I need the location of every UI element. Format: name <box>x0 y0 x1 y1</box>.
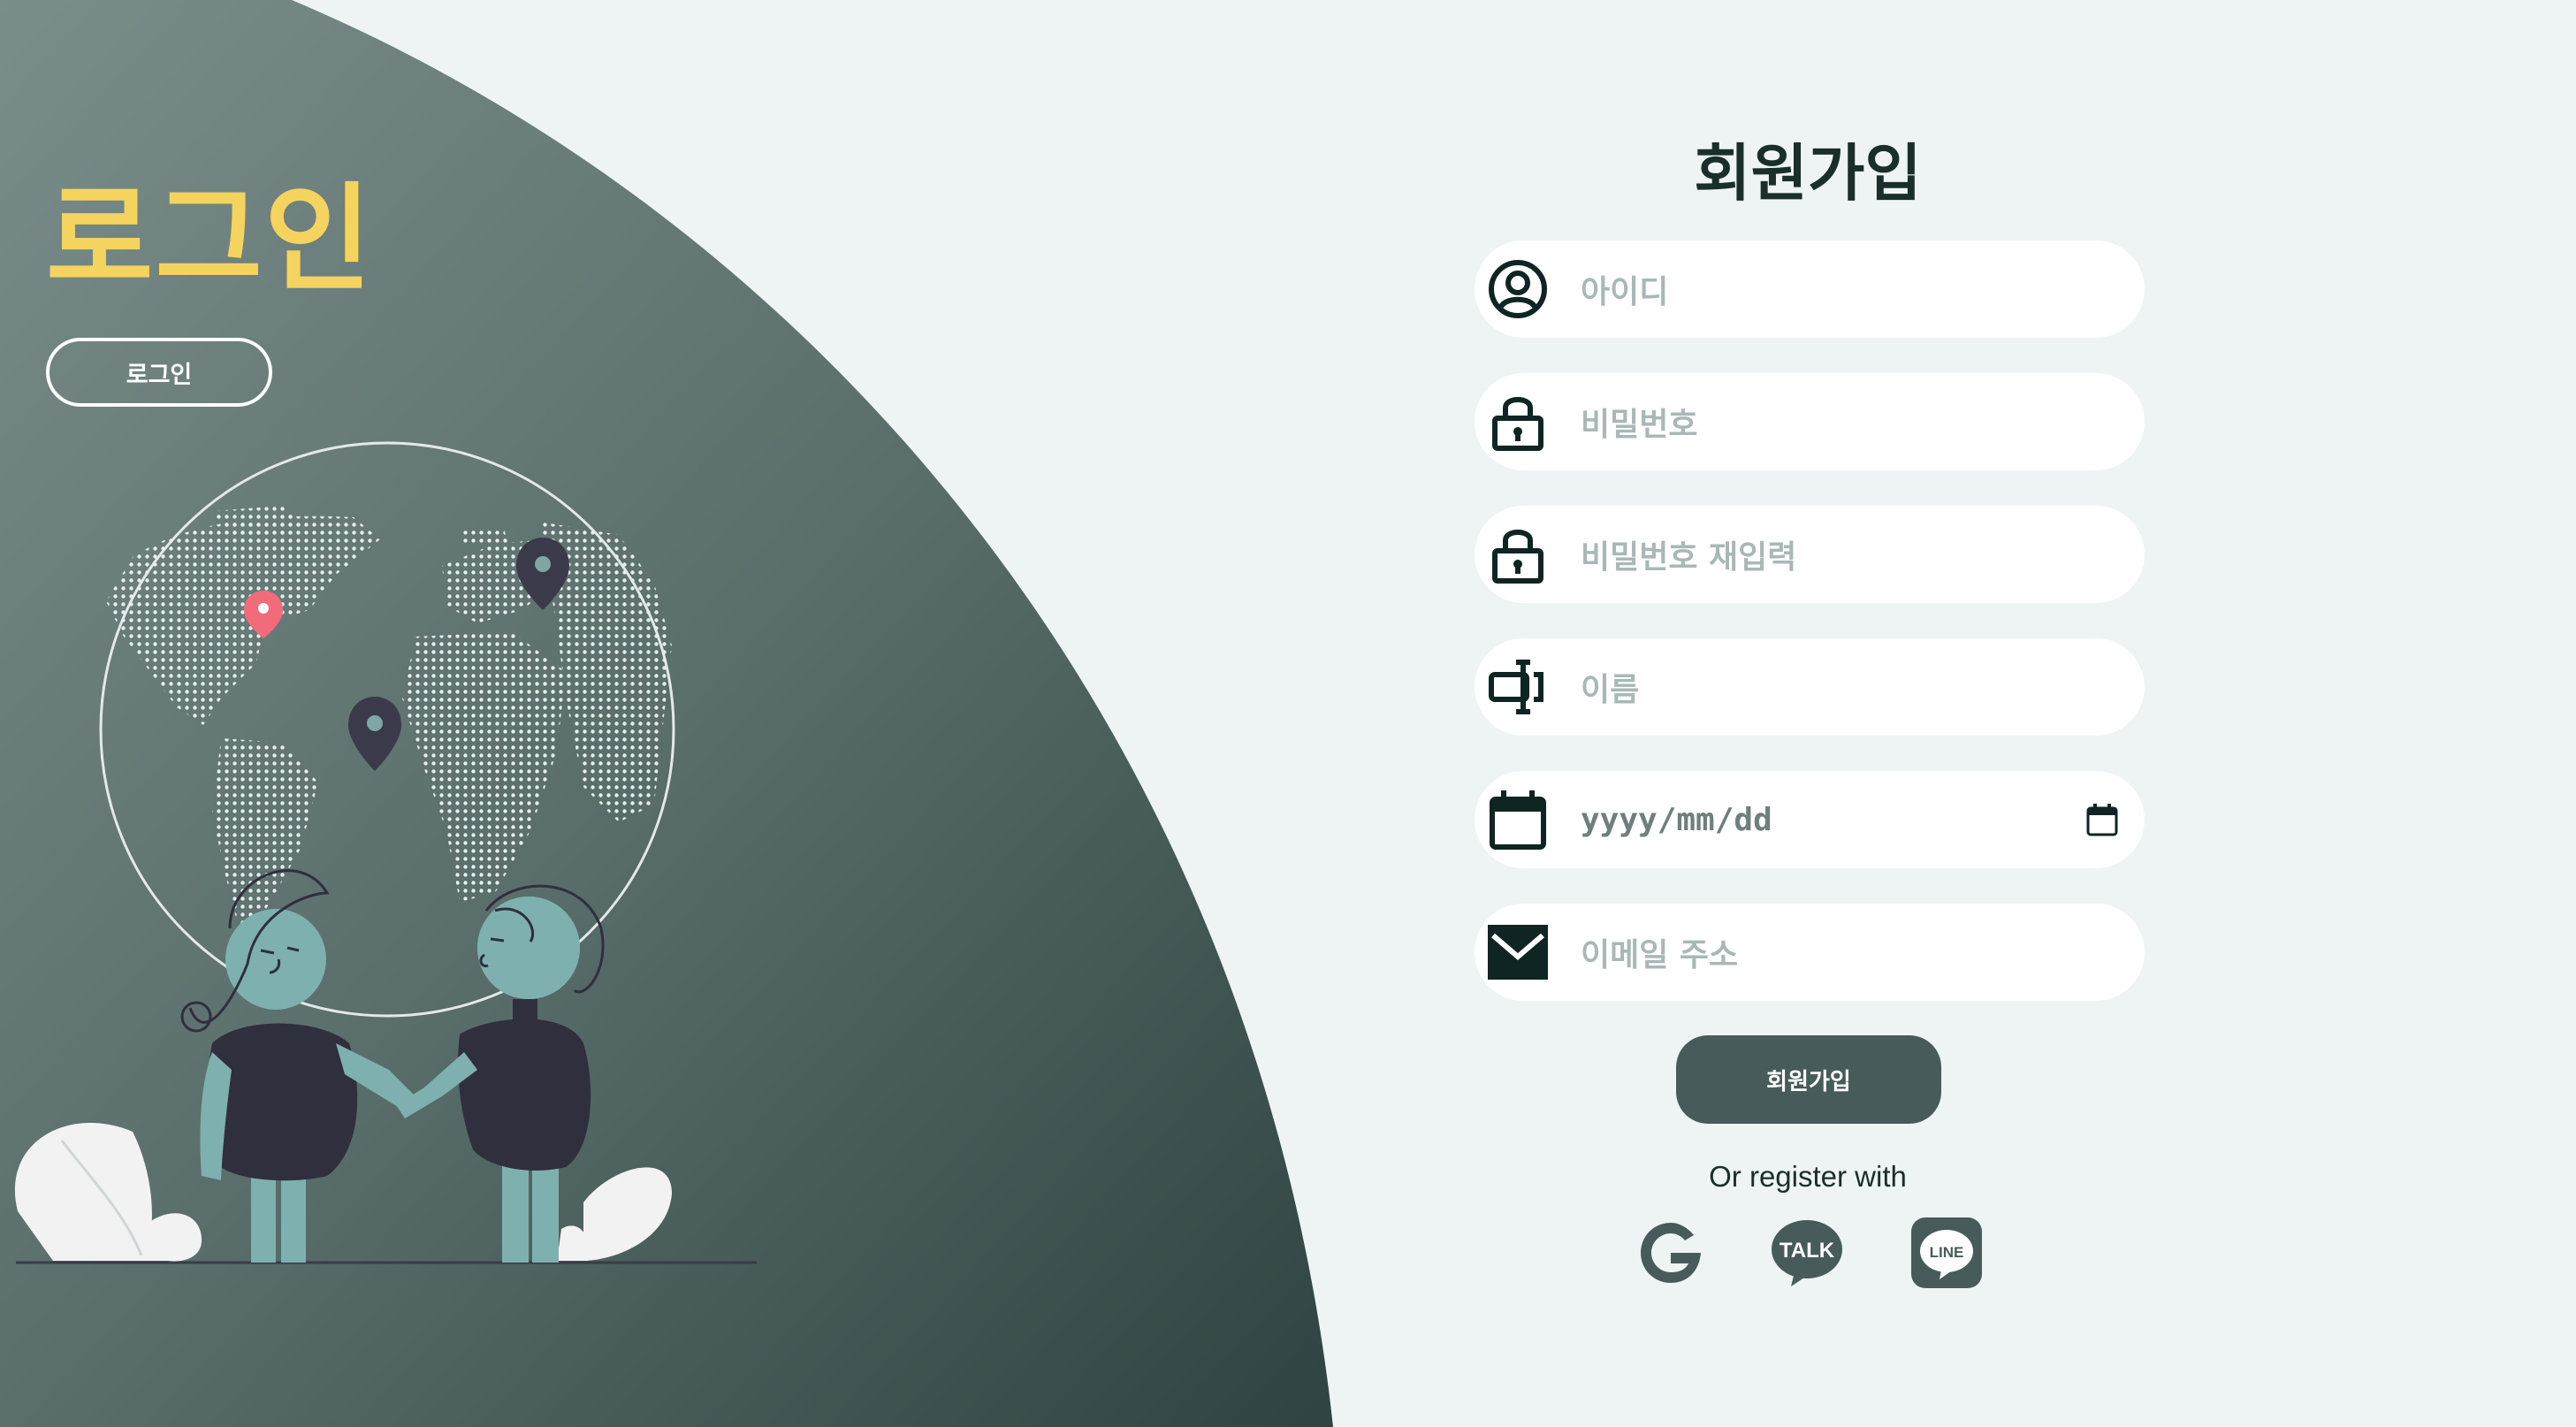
or-register-with-text: Or register with <box>1709 1160 1907 1193</box>
world-handshake-illustration <box>14 441 757 1264</box>
envelope-icon <box>1487 921 1549 983</box>
google-icon <box>1641 1223 1701 1283</box>
password-placeholder: 비밀번호 <box>1581 407 1698 443</box>
name-placeholder: 이름 <box>1581 672 1640 708</box>
password-confirm-placeholder: 비밀번호 재입력 <box>1581 539 1797 576</box>
name-field[interactable]: 이름 <box>1475 638 2145 736</box>
lock-icon <box>1487 391 1549 453</box>
login-panel-title: 로그인 <box>46 172 374 308</box>
lock-icon <box>1487 523 1549 585</box>
user-id-placeholder: 아이디 <box>1581 274 1669 310</box>
email-field[interactable]: 이메일 주소 <box>1475 904 2145 1001</box>
password-field[interactable]: 비밀번호 <box>1475 373 2145 470</box>
login-button[interactable]: 로그인 <box>46 338 272 407</box>
user-circle-icon <box>1487 258 1549 320</box>
signup-title: 회원가입 <box>1694 137 1922 210</box>
calendar-icon <box>1487 789 1549 851</box>
kakao-talk-icon: TALK <box>1772 1220 1842 1286</box>
password-confirm-field[interactable]: 비밀번호 재입력 <box>1475 506 2145 603</box>
email-placeholder: 이메일 주소 <box>1581 937 1739 973</box>
kakao-login-button[interactable]: TALK <box>1770 1216 1844 1290</box>
user-id-field[interactable]: 아이디 <box>1475 240 2145 338</box>
text-cursor-icon <box>1487 656 1549 718</box>
birthdate-field[interactable]: yyyy/mm/dd <box>1475 771 2145 868</box>
line-icon: LINE <box>1911 1217 1982 1288</box>
line-login-button[interactable]: LINE <box>1909 1216 1984 1290</box>
date-picker-icon[interactable] <box>2086 803 2118 840</box>
line-label: LINE <box>1930 1244 1964 1261</box>
google-login-button[interactable] <box>1634 1216 1708 1290</box>
kakao-label: TALK <box>1780 1239 1835 1263</box>
birthdate-placeholder: yyyy/mm/dd <box>1581 801 1772 838</box>
signup-submit-button[interactable]: 회원가입 <box>1676 1035 1941 1124</box>
